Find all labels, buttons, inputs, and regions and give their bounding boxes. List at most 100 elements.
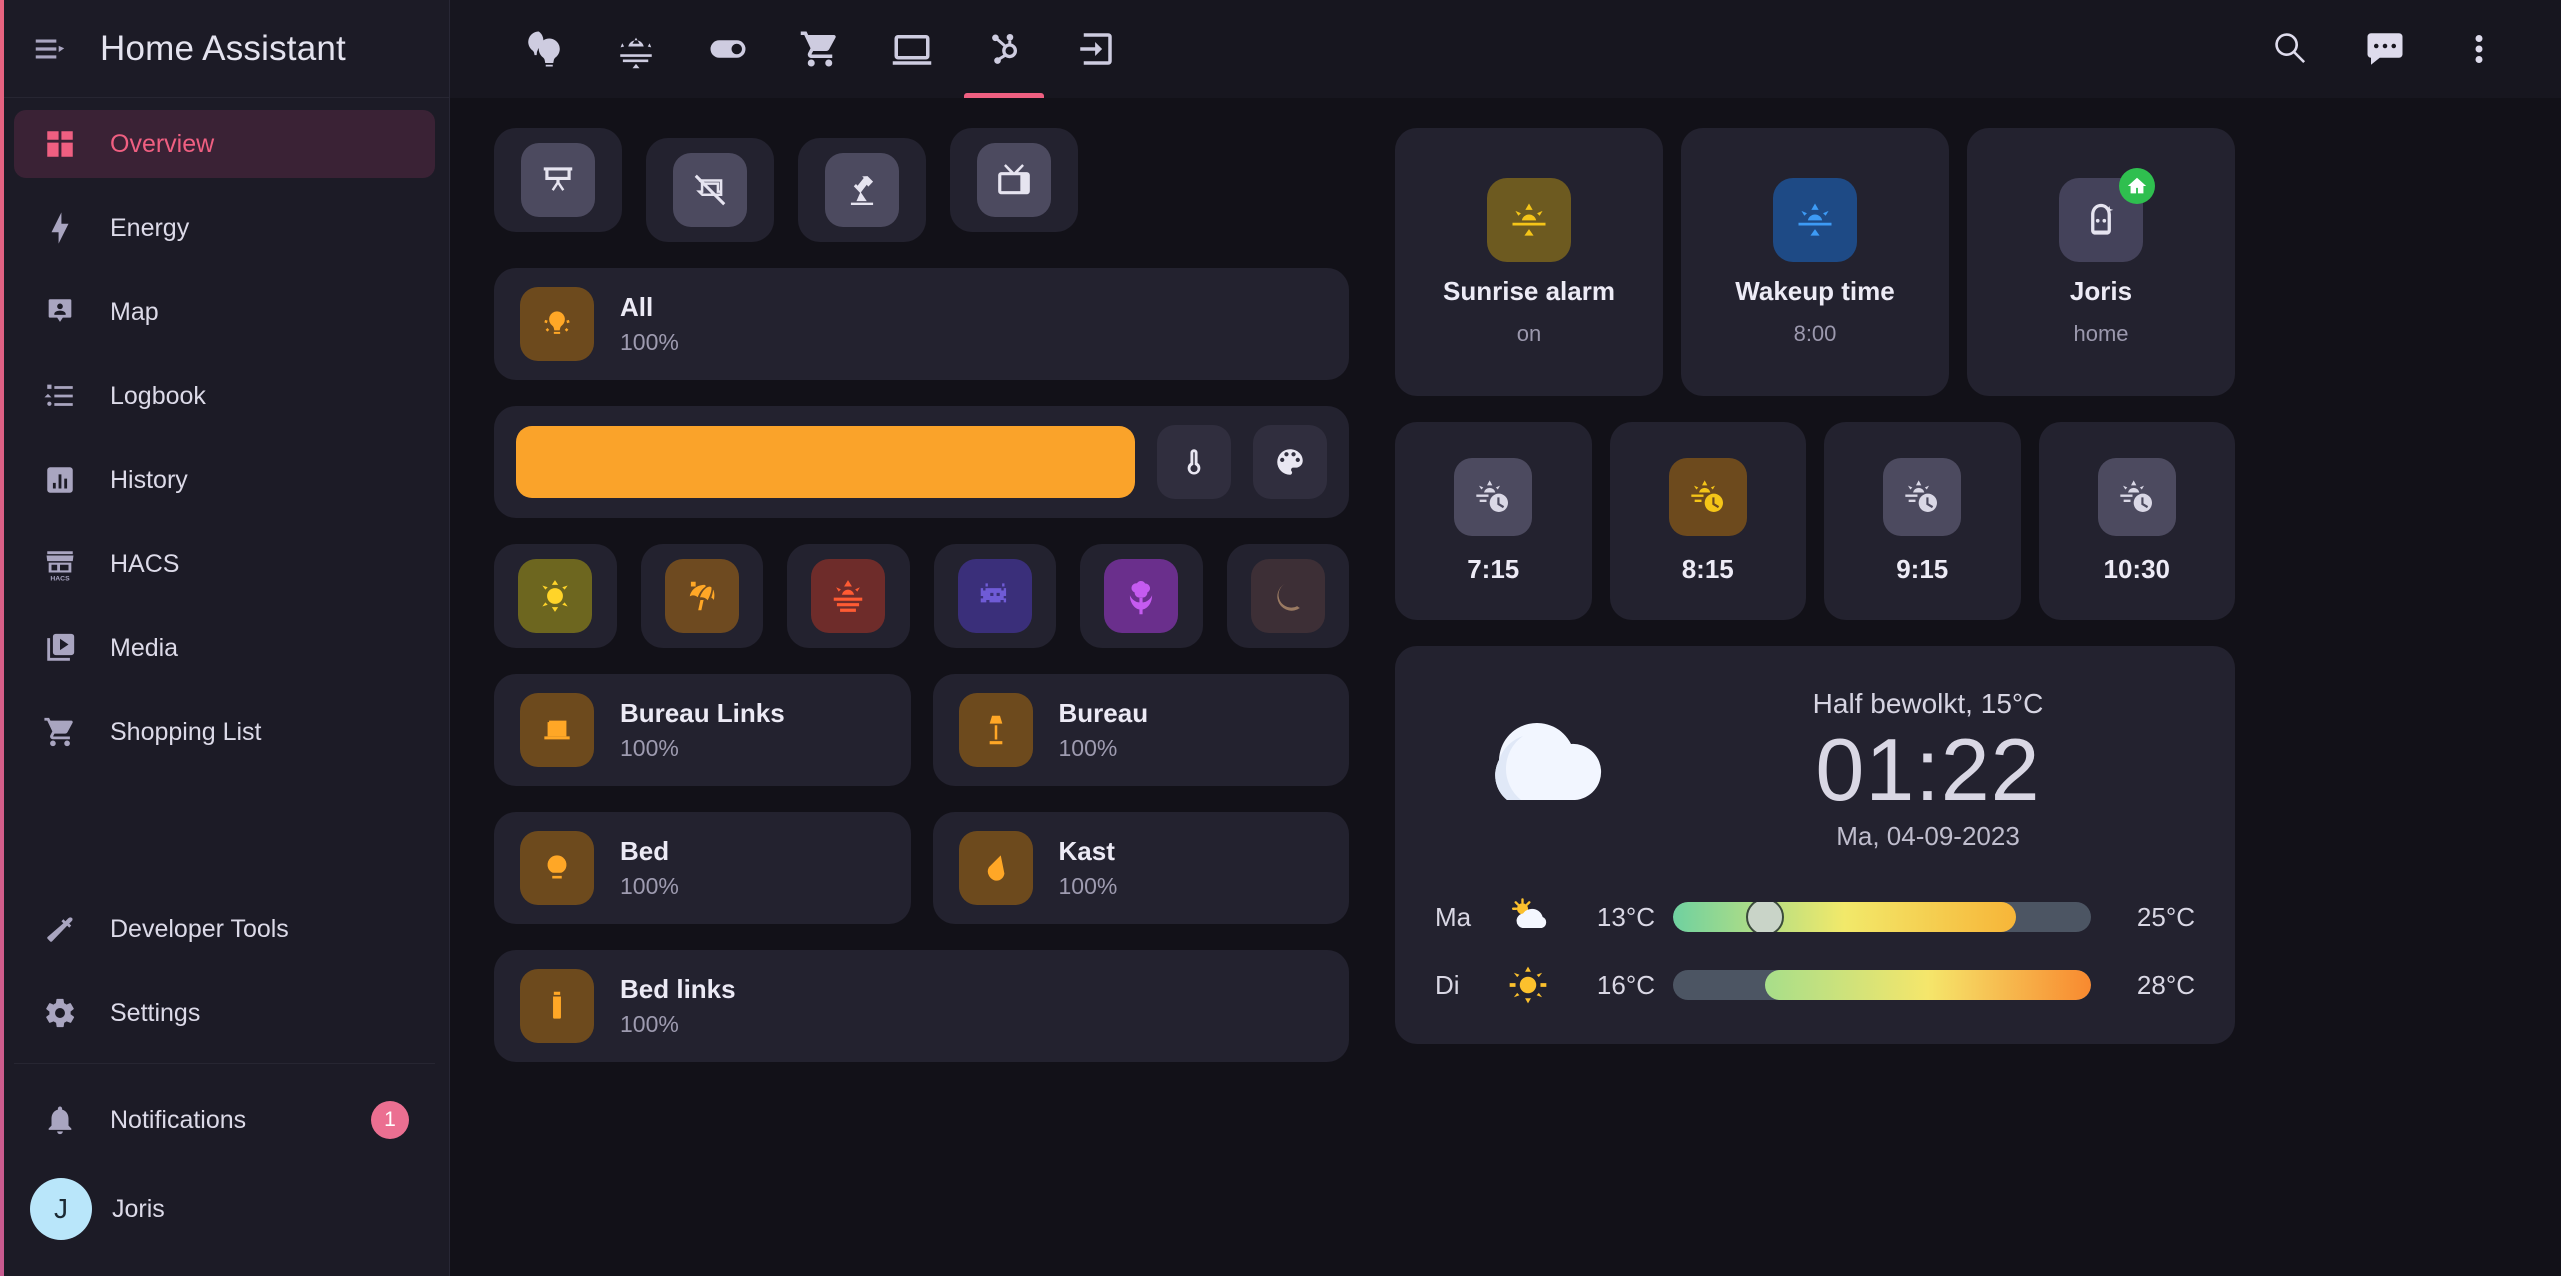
scene-card-flower[interactable] <box>1080 544 1203 648</box>
alarm-tile-915[interactable]: 9:15 <box>1824 422 2021 620</box>
tile-person-joris[interactable]: Joris home <box>1967 128 2235 396</box>
tile-name: Sunrise alarm <box>1443 275 1615 306</box>
avatar: J <box>30 1178 92 1240</box>
sidebar-item-media[interactable]: Media <box>14 614 435 682</box>
alarm-tile-715[interactable]: 7:15 <box>1395 422 1592 620</box>
scene-card-beach[interactable] <box>640 544 763 648</box>
tile-wakeup-time[interactable]: Wakeup time 8:00 <box>1681 128 1949 396</box>
sidebar-item-energy[interactable]: Energy <box>14 194 435 262</box>
lamp-tube-icon <box>520 969 594 1043</box>
forecast-current-knob <box>1745 902 1784 932</box>
status-tiles-row: Sunrise alarm on Wakeup time 8:00 Joris … <box>1395 128 2235 396</box>
top-toolbar <box>450 0 2561 98</box>
sidebar-item-notifications[interactable]: Notifications 1 <box>14 1086 435 1154</box>
dashboard-tabs <box>498 0 1142 98</box>
hammer-icon <box>40 909 80 949</box>
sidebar-item-logbook[interactable]: Logbook <box>14 362 435 430</box>
light-pair-row-3: Bed links 100% <box>494 950 1349 1062</box>
quick-card-projector-screen[interactable] <box>494 128 622 232</box>
quick-card-projector-screen-off[interactable] <box>646 138 774 242</box>
format-list-icon <box>40 376 80 416</box>
forecast-high: 25°C <box>2136 901 2195 932</box>
light-card-texts: Bed 100% <box>620 836 679 900</box>
sidebar-item-label: Energy <box>110 213 190 242</box>
tab-switches[interactable] <box>682 0 774 98</box>
projector-screen-icon <box>521 143 595 217</box>
weather-readout: Half bewolkt, 15°C 01:22 Ma, 04-09-2023 <box>1661 688 2195 851</box>
alarm-tile-1030[interactable]: 10:30 <box>2038 422 2235 620</box>
light-card-all[interactable]: All 100% <box>494 268 1349 380</box>
toolbar-actions <box>2265 23 2527 75</box>
quick-card-television[interactable] <box>950 128 1078 232</box>
tab-computer[interactable] <box>866 0 958 98</box>
projector-screen-off-icon <box>673 153 747 227</box>
flower-tulip-icon <box>1104 559 1179 633</box>
alarm-time: 8:15 <box>1681 553 1734 584</box>
dots-vertical-icon[interactable] <box>2453 23 2505 75</box>
light-card-bed-links[interactable]: Bed links 100% <box>494 950 1349 1062</box>
app-title: Home Assistant <box>100 28 346 68</box>
light-pair-row-2: Bed 100% Kast 100% <box>494 812 1349 924</box>
sun-clock-icon <box>1883 457 1962 536</box>
light-card-kast[interactable]: Kast 100% <box>932 812 1349 924</box>
notification-count-badge: 1 <box>371 1101 409 1139</box>
light-name: All <box>620 292 654 322</box>
scene-card-night[interactable] <box>1226 544 1349 648</box>
sidebar-item-label: Developer Tools <box>110 914 289 943</box>
sidebar-item-settings[interactable]: Settings <box>14 979 435 1047</box>
forecast-range-bar[interactable] <box>1673 902 2091 932</box>
sidebar-item-developer-tools[interactable]: Developer Tools <box>14 895 435 963</box>
light-state: 100% <box>1058 735 1118 761</box>
sidebar-item-map[interactable]: Map <box>14 278 435 346</box>
brightness-slider[interactable] <box>516 426 1135 498</box>
sun-clock-icon <box>1668 457 1747 536</box>
light-card-bureau-links[interactable]: Bureau Links 100% <box>494 674 911 786</box>
night-partly-cloudy-icon <box>1435 680 1635 860</box>
tab-lights[interactable] <box>498 0 590 98</box>
thermometer-icon[interactable] <box>1157 425 1231 499</box>
light-card-texts: Kast 100% <box>1059 836 1118 900</box>
light-state: 100% <box>620 1011 679 1037</box>
main-area: All 100% Bureau Links 100% Bureau 100% B… <box>450 0 2561 1276</box>
sidebar-item-user[interactable]: J Joris <box>14 1170 435 1248</box>
tab-login[interactable] <box>1050 0 1142 98</box>
weather-sunny-icon <box>518 559 593 633</box>
sidebar-item-hacs[interactable]: HACS HACS <box>14 530 435 598</box>
assist-chat-icon[interactable] <box>2359 23 2411 75</box>
tile-sunrise-alarm[interactable]: Sunrise alarm on <box>1395 128 1663 396</box>
menu-collapse-icon[interactable] <box>26 25 74 73</box>
quick-icon-strip <box>494 128 1349 242</box>
sidebar-item-history[interactable]: History <box>14 446 435 514</box>
chart-box-icon <box>40 460 80 500</box>
sidebar-item-shopping-list[interactable]: Shopping List <box>14 698 435 766</box>
light-name: Bureau Links <box>620 698 785 728</box>
palette-icon[interactable] <box>1253 425 1327 499</box>
sidebar-item-overview[interactable]: Overview <box>14 110 435 178</box>
user-name-label: Joris <box>112 1194 165 1223</box>
person-avatar-icon <box>2059 167 2155 262</box>
weather-condition: Half bewolkt, 15°C <box>1812 688 2044 720</box>
weather-card[interactable]: Half bewolkt, 15°C 01:22 Ma, 04-09-2023 … <box>1395 646 2235 1044</box>
bell-icon <box>40 1100 80 1140</box>
tile-state: home <box>2073 320 2129 346</box>
forecast-range-fill <box>1673 902 2016 932</box>
right-column: Sunrise alarm on Wakeup time 8:00 Joris … <box>1395 128 2235 1276</box>
desk-icon <box>520 693 594 767</box>
tab-automations[interactable] <box>958 0 1050 98</box>
search-icon[interactable] <box>2265 23 2317 75</box>
alarm-tile-815[interactable]: 8:15 <box>1609 422 1806 620</box>
scene-card-sunny[interactable] <box>494 544 617 648</box>
light-card-bed[interactable]: Bed 100% <box>494 812 911 924</box>
sidebar-bottom: Developer Tools Settings Notifications 1… <box>0 895 449 1276</box>
light-card-bureau[interactable]: Bureau 100% <box>932 674 1349 786</box>
alarm-time: 7:15 <box>1467 553 1520 584</box>
sidebar-nav: Overview Energy Map Logbook History HACS… <box>0 98 449 782</box>
scene-card-sunset[interactable] <box>787 544 910 648</box>
scene-card-space-invaders[interactable] <box>933 544 1056 648</box>
tab-shopping[interactable] <box>774 0 866 98</box>
tile-name: Joris <box>2069 275 2133 306</box>
forecast-range-bar[interactable] <box>1673 970 2091 1000</box>
tab-sun[interactable] <box>590 0 682 98</box>
quick-card-desk-lamp[interactable] <box>798 138 926 242</box>
